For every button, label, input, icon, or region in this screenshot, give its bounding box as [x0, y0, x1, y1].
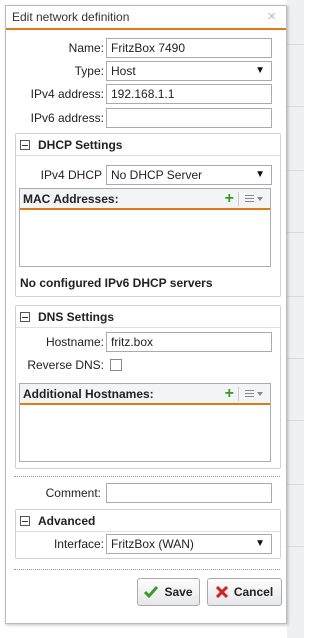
interface-select[interactable]: FritzBox (WAN) ▼: [106, 534, 272, 554]
ipv4-input[interactable]: 192.168.1.1: [106, 84, 272, 104]
ipv6-row: IPv6 address:: [6, 108, 288, 128]
save-button[interactable]: Save: [137, 578, 200, 606]
ipv4-dhcp-row: IPv4 DHCP No DHCP Server ▼: [6, 165, 288, 185]
mac-addresses-grid-header: MAC Addresses: +: [20, 189, 270, 210]
plus-icon[interactable]: +: [225, 190, 234, 208]
hostname-row: Hostname: fritz.box: [6, 332, 288, 352]
ipv4-row: IPv4 address: 192.168.1.1: [6, 84, 288, 104]
background-divider: [287, 106, 304, 107]
reverse-dns-row: Reverse DNS:: [6, 355, 288, 375]
type-row: Type: Host ▼: [6, 61, 288, 81]
chevron-down-icon: ▼: [255, 538, 265, 549]
separator: [14, 476, 280, 477]
background-panel: [287, 0, 304, 638]
mac-addresses-grid: MAC Addresses: +: [19, 188, 271, 267]
ipv4-label: IPv4 address:: [30, 87, 104, 101]
dns-settings-title: DNS Settings: [38, 309, 115, 324]
advanced-title: Advanced: [38, 513, 96, 528]
reverse-dns-checkbox[interactable]: [110, 359, 122, 371]
collapse-minus-icon[interactable]: [20, 311, 30, 322]
save-button-label: Save: [164, 585, 193, 599]
ipv4-dhcp-select[interactable]: No DHCP Server ▼: [106, 165, 272, 185]
list-menu-icon[interactable]: [238, 192, 264, 206]
chevron-down-icon: ▼: [255, 65, 265, 76]
additional-hostnames-grid: Additional Hostnames: +: [19, 383, 271, 462]
collapse-minus-icon[interactable]: [20, 515, 30, 526]
edit-network-dialog: Edit network definition × Name: FritzBox…: [5, 5, 287, 624]
interface-row: Interface: FritzBox (WAN) ▼: [6, 534, 288, 554]
background-divider: [287, 420, 304, 421]
reverse-dns-label: Reverse DNS:: [27, 358, 104, 372]
type-select-value: Host: [111, 64, 136, 78]
separator: [14, 569, 280, 570]
cancel-button[interactable]: Cancel: [207, 578, 282, 606]
ipv6-input[interactable]: [106, 108, 272, 128]
name-row: Name: FritzBox 7490: [6, 38, 288, 58]
background-divider: [287, 232, 304, 233]
hostname-input[interactable]: fritz.box: [106, 332, 272, 352]
background-divider: [287, 296, 304, 297]
close-icon[interactable]: ×: [267, 9, 276, 25]
hostname-label: Hostname:: [45, 335, 104, 349]
additional-hostnames-grid-header: Additional Hostnames: +: [20, 384, 270, 405]
comment-label: Comment:: [45, 486, 101, 500]
background-divider: [287, 484, 304, 485]
type-label: Type:: [74, 64, 104, 78]
cancel-button-label: Cancel: [233, 585, 274, 599]
interface-label: Interface:: [53, 537, 104, 551]
dns-settings-header[interactable]: DNS Settings: [16, 306, 280, 328]
cross-icon: [215, 586, 228, 598]
additional-hostnames-title: Additional Hostnames:: [23, 386, 154, 401]
ipv4-dhcp-label: IPv4 DHCP: [40, 168, 102, 182]
collapse-minus-icon[interactable]: [20, 139, 30, 150]
background-divider: [287, 358, 304, 359]
background-divider: [287, 44, 304, 45]
dialog-titlebar: Edit network definition ×: [6, 6, 286, 30]
mac-addresses-title: MAC Addresses:: [23, 191, 119, 206]
name-input[interactable]: FritzBox 7490: [106, 38, 272, 58]
comment-input[interactable]: [106, 483, 272, 503]
comment-row: Comment:: [6, 483, 288, 503]
interface-select-value: FritzBox (WAN): [111, 537, 194, 551]
ipv6-label: IPv6 address:: [30, 111, 104, 125]
name-label: Name:: [68, 41, 104, 55]
type-select[interactable]: Host ▼: [106, 61, 272, 81]
background-divider: [287, 546, 304, 547]
dhcp-settings-title: DHCP Settings: [38, 137, 123, 152]
advanced-header[interactable]: Advanced: [16, 510, 280, 532]
dialog-title: Edit network definition: [12, 10, 130, 24]
checkmark-icon: [144, 586, 159, 598]
background-divider: [287, 170, 304, 171]
ipv6-dhcp-status: No configured IPv6 DHCP servers: [20, 276, 213, 290]
dhcp-settings-header[interactable]: DHCP Settings: [16, 134, 280, 156]
list-menu-icon[interactable]: [238, 387, 264, 401]
plus-icon[interactable]: +: [225, 385, 234, 403]
chevron-down-icon: ▼: [255, 169, 265, 180]
ipv4-dhcp-select-value: No DHCP Server: [111, 168, 203, 182]
